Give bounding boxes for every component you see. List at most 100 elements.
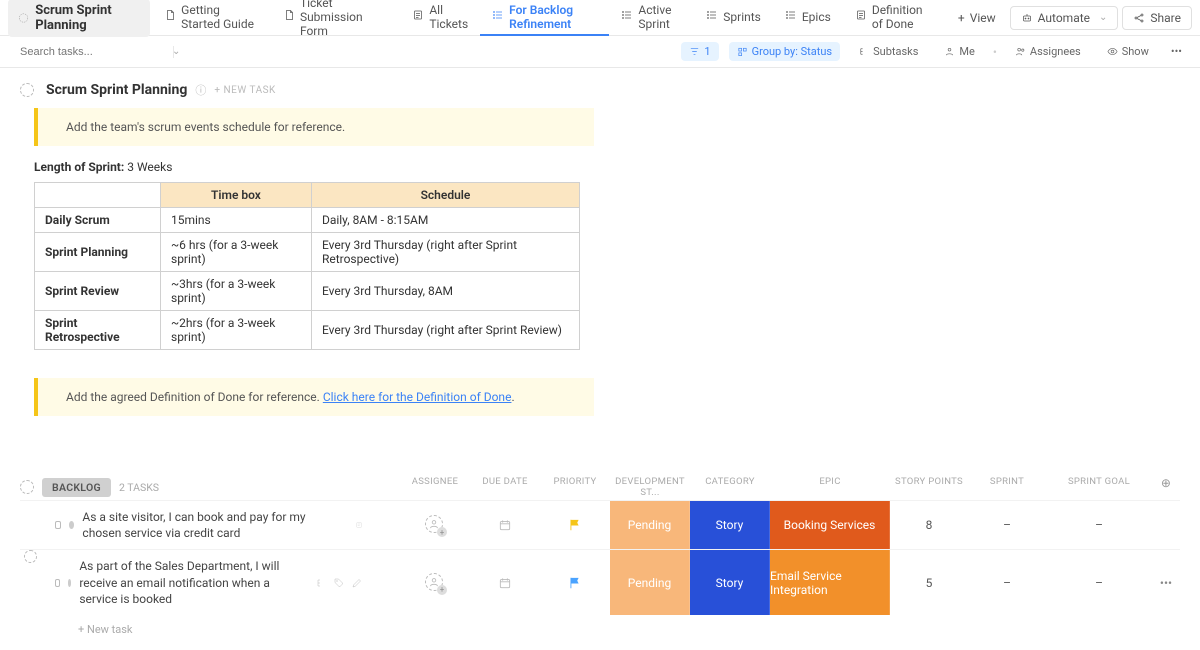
cell-sprint-goal[interactable]: – — [1046, 501, 1152, 549]
length-of-sprint: Length of Sprint: 3 Weeks — [34, 160, 1180, 174]
schedule-row-timebox: ~2hrs (for a 3-week sprint) — [161, 311, 312, 350]
task-status-dot[interactable] — [68, 579, 72, 587]
cell-priority[interactable] — [540, 501, 610, 549]
share-button[interactable]: Share — [1122, 6, 1192, 30]
cell-due[interactable] — [470, 501, 540, 549]
schedule-row-name: Daily Scrum — [35, 208, 161, 233]
col-category[interactable]: CATEGORY — [690, 476, 770, 498]
cell-story-points[interactable]: 8 — [890, 501, 968, 549]
main-content: Scrum Sprint Planning ⓘ + NEW TASK Add t… — [0, 68, 1200, 650]
me-chip[interactable]: Me — [936, 42, 982, 61]
cell-sprint[interactable]: – — [968, 550, 1046, 615]
new-task-row[interactable]: + New task — [20, 615, 1180, 636]
length-label: Length of Sprint: — [34, 160, 124, 174]
callout-schedule: Add the team's scrum events schedule for… — [34, 108, 594, 146]
new-task-button[interactable]: + NEW TASK — [214, 85, 275, 96]
cell-more[interactable]: ••• — [1152, 550, 1180, 615]
assignees-chip[interactable]: Assignees — [1007, 42, 1089, 61]
plus-icon: + — [958, 11, 965, 25]
schedule-row: Sprint Planning~6 hrs (for a 3-week spri… — [35, 233, 580, 272]
tab-getting-started-guide[interactable]: Getting Started Guide — [152, 0, 271, 36]
cell-category[interactable]: Story — [690, 550, 770, 615]
dod-link[interactable]: Click here for the Definition of Done — [323, 390, 512, 404]
tab-label: Ticket Submission Form — [300, 0, 388, 38]
schedule-row-name: Sprint Review — [35, 272, 161, 311]
tab-epics[interactable]: Epics — [773, 0, 843, 36]
search-input[interactable] — [20, 46, 162, 58]
sub-nav: ⌄ 1 Group by: Status Subtasks Me • Assig… — [0, 36, 1200, 68]
search-dropdown-icon[interactable]: ⌄ — [172, 46, 180, 57]
edit-icon[interactable] — [351, 577, 363, 589]
tab-sprints[interactable]: Sprints — [694, 0, 773, 36]
top-nav-left: Scrum Sprint Planning Getting Started Gu… — [8, 0, 948, 37]
info-icon[interactable]: ⓘ — [195, 82, 206, 98]
callout-schedule-text: Add the team's scrum events schedule for… — [66, 120, 345, 134]
col-story-points[interactable]: STORY POINTS — [890, 476, 968, 498]
col-sprint-goal[interactable]: SPRINT GOAL — [1046, 476, 1152, 498]
cell-sprint[interactable]: – — [968, 501, 1046, 549]
cell-due[interactable] — [470, 550, 540, 615]
cell-dev-status[interactable]: Pending — [610, 501, 690, 549]
tab-label: For Backlog Refinement — [509, 3, 597, 31]
task-status-dot[interactable] — [69, 521, 74, 529]
show-chip[interactable]: Show — [1099, 42, 1157, 61]
task-row[interactable]: As part of the Sales Department, I will … — [20, 549, 1180, 615]
cell-assignee[interactable]: + — [400, 550, 470, 615]
tab-ticket-submission-form[interactable]: Ticket Submission Form — [271, 0, 400, 36]
task-title[interactable]: As a site visitor, I can book and pay fo… — [82, 505, 341, 545]
cell-sprint-goal[interactable]: – — [1046, 550, 1152, 615]
col-dev-status[interactable]: DEVELOPMENT ST... — [610, 476, 690, 498]
col-sprint[interactable]: SPRINT — [968, 476, 1046, 498]
cell-dev-status[interactable]: Pending — [610, 550, 690, 615]
task-cells: +PendingStoryEmail Service Integration5–… — [400, 550, 1180, 615]
col-epic[interactable]: EPIC — [770, 476, 890, 498]
add-column-button[interactable]: ⊕ — [1152, 476, 1180, 498]
cell-category[interactable]: Story — [690, 501, 770, 549]
task-checkbox[interactable] — [55, 521, 61, 529]
col-assignee[interactable]: ASSIGNEE — [400, 476, 470, 498]
cell-assignee[interactable]: + — [400, 501, 470, 549]
note-icon[interactable] — [355, 519, 363, 531]
people-icon — [1015, 46, 1026, 57]
more-menu[interactable]: ••• — [1167, 42, 1186, 61]
group-by-chip[interactable]: Group by: Status — [729, 42, 841, 61]
tab-active-sprint[interactable]: Active Sprint — [609, 0, 694, 36]
project-chip[interactable]: Scrum Sprint Planning — [8, 0, 150, 37]
group-icon — [737, 46, 748, 57]
plus-icon: + — [437, 527, 447, 537]
col-due[interactable]: DUE DATE — [470, 476, 540, 498]
cell-epic[interactable]: Email Service Integration — [770, 550, 890, 615]
schedule-row-name: Sprint Planning — [35, 233, 161, 272]
project-title: Scrum Sprint Planning — [35, 3, 140, 33]
backlog-section: BACKLOG 2 TASKS ASSIGNEE DUE DATE PRIORI… — [20, 474, 1180, 636]
task-row[interactable]: As a site visitor, I can book and pay fo… — [20, 500, 1180, 549]
divider: • — [993, 45, 997, 59]
top-nav-right: + View Automate ⌄ Share — [948, 6, 1192, 30]
task-left: As a site visitor, I can book and pay fo… — [13, 501, 363, 549]
callout-dod: Add the agreed Definition of Done for re… — [34, 378, 594, 416]
cell-priority[interactable] — [540, 550, 610, 615]
tab-definition-of-done[interactable]: Definition of Done — [843, 0, 948, 36]
task-title[interactable]: As part of the Sales Department, I will … — [79, 554, 301, 611]
filter-chip[interactable]: 1 — [681, 42, 718, 61]
task-checkbox[interactable] — [55, 579, 60, 587]
automate-button[interactable]: Automate ⌄ — [1010, 6, 1119, 30]
subtask-icon[interactable] — [315, 577, 327, 589]
tab-for-backlog-refinement[interactable]: For Backlog Refinement — [480, 0, 609, 36]
length-value: 3 Weeks — [124, 160, 172, 174]
tab-all-tickets[interactable]: All Tickets — [400, 0, 480, 36]
schedule-row-timebox: ~3hrs (for a 3-week sprint) — [161, 272, 312, 311]
tag-icon[interactable] — [333, 577, 345, 589]
cell-epic[interactable]: Booking Services — [770, 501, 890, 549]
col-priority[interactable]: PRIORITY — [540, 476, 610, 498]
status-circle-icon[interactable] — [20, 83, 34, 97]
subtasks-chip[interactable]: Subtasks — [850, 42, 926, 61]
add-view-button[interactable]: + View — [948, 7, 1006, 29]
backlog-collapse-icon[interactable] — [20, 480, 34, 494]
schedule-table: Time box Schedule Daily Scrum15minsDaily… — [34, 182, 580, 350]
cell-story-points[interactable]: 5 — [890, 550, 968, 615]
filter-icon — [689, 46, 700, 57]
backlog-status-pill[interactable]: BACKLOG — [42, 478, 111, 497]
cell-more[interactable] — [1152, 501, 1180, 549]
task-left: As part of the Sales Department, I will … — [13, 550, 363, 615]
